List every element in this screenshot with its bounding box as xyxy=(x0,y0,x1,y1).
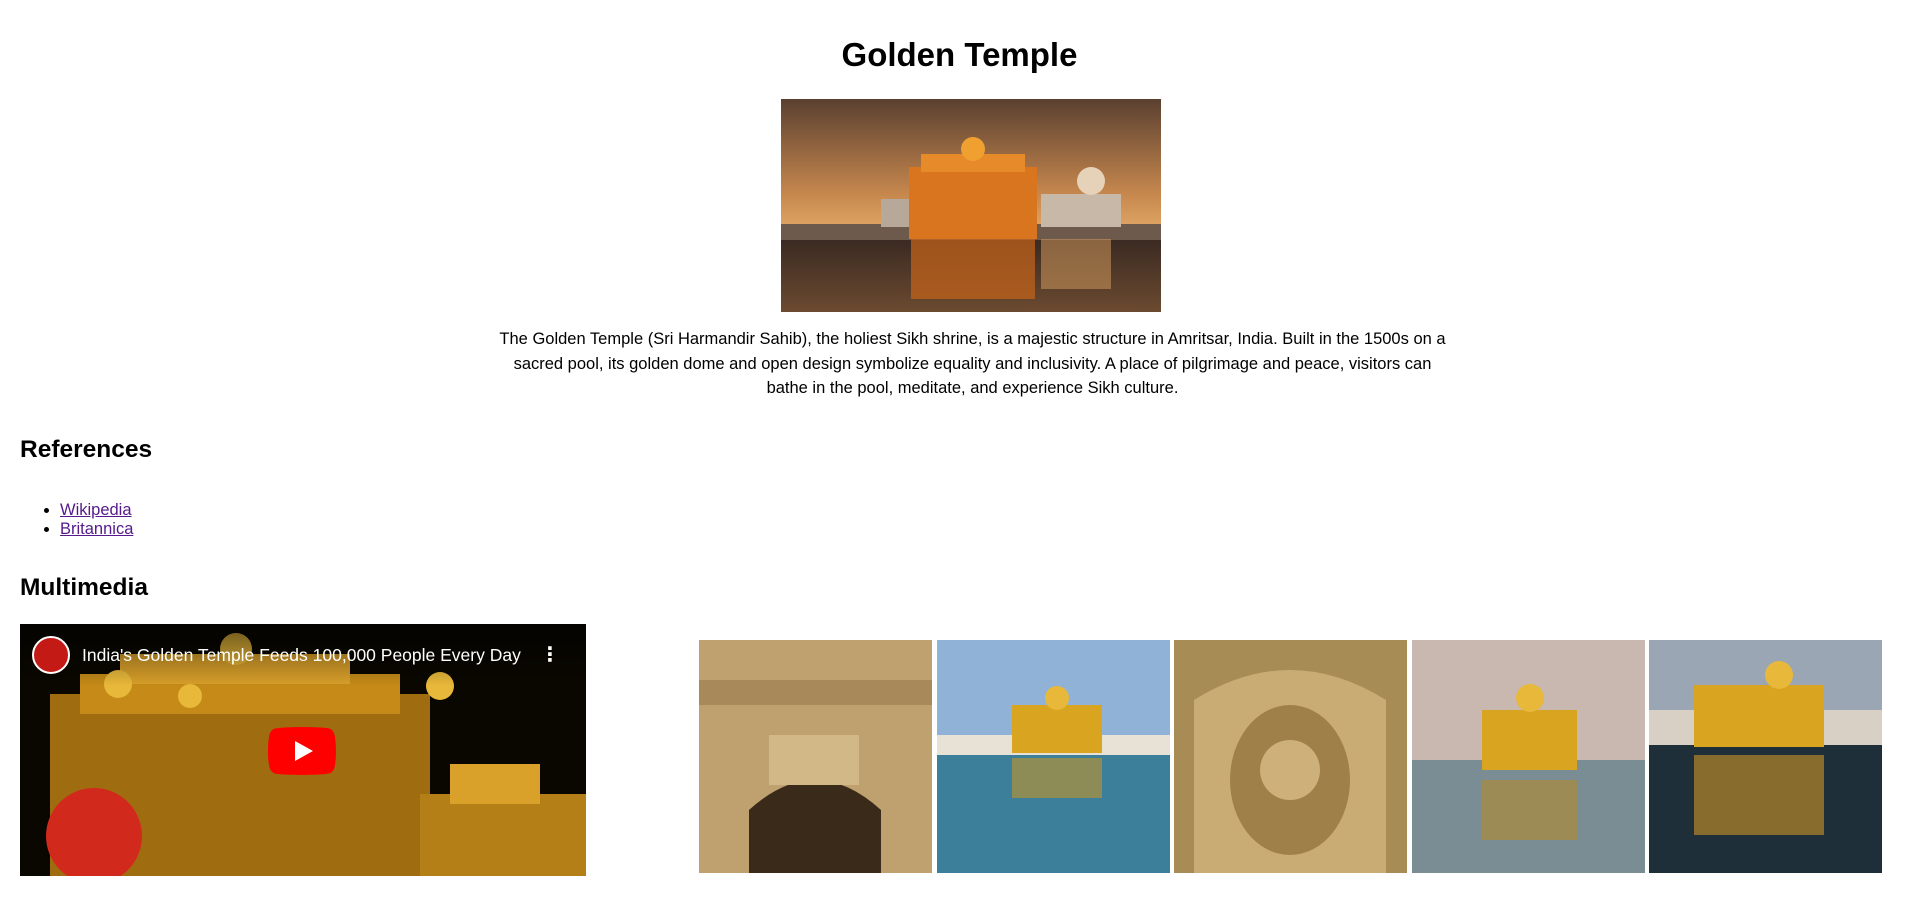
gallery-image-temple-water[interactable] xyxy=(1649,640,1882,873)
youtube-play-icon[interactable] xyxy=(268,727,336,775)
channel-logo-badge-icon xyxy=(46,788,142,876)
wikipedia-link[interactable]: Wikipedia xyxy=(60,501,132,519)
reference-item: Wikipedia xyxy=(60,501,133,520)
hero-image xyxy=(781,99,1161,312)
gallery-image-temple-blue-sky[interactable] xyxy=(937,640,1170,873)
hero-image-golden-temple-sunset xyxy=(781,99,1161,312)
gallery-image-temple-dusk[interactable] xyxy=(1412,640,1645,873)
references-heading: References xyxy=(20,436,153,463)
page: Golden Temple The Golden Temple (Sri Har… xyxy=(0,0,1919,906)
channel-avatar-icon[interactable] xyxy=(32,636,70,674)
britannica-link[interactable]: Britannica xyxy=(60,520,133,538)
reference-item: Britannica xyxy=(60,520,133,539)
page-description: The Golden Temple (Sri Harmandir Sahib),… xyxy=(499,330,1446,397)
video-title[interactable]: India's Golden Temple Feeds 100,000 Peop… xyxy=(82,645,521,666)
references-list: Wikipedia Britannica xyxy=(20,501,133,539)
gallery-image-floral-relief[interactable] xyxy=(1174,640,1407,873)
page-title: Golden Temple xyxy=(841,36,1078,73)
gallery-image-carved-wall[interactable] xyxy=(699,640,932,873)
more-vert-icon[interactable]: ⋮ xyxy=(540,643,560,667)
multimedia-heading: Multimedia xyxy=(20,574,148,601)
video-embed[interactable]: India's Golden Temple Feeds 100,000 Peop… xyxy=(20,624,586,876)
